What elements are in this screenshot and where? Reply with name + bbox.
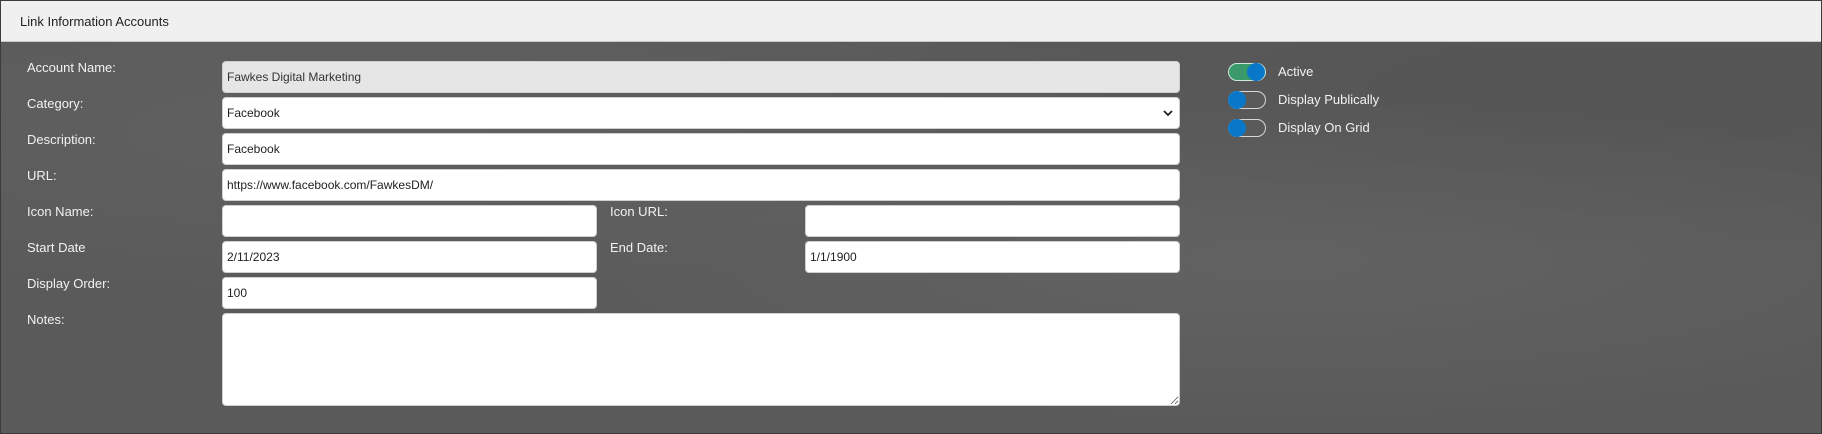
start-date-label: Start Date (27, 240, 86, 255)
toggle-knob (1228, 119, 1246, 137)
start-date-field[interactable] (222, 241, 597, 273)
end-date-field[interactable] (805, 241, 1180, 273)
category-selected-value: Facebook (227, 106, 280, 120)
panel-header: Link Information Accounts (1, 1, 1821, 42)
icon-url-label: Icon URL: (610, 204, 668, 219)
toggle-knob (1228, 91, 1246, 109)
panel-title: Link Information Accounts (20, 14, 169, 29)
description-field[interactable] (222, 133, 1180, 165)
account-name-label: Account Name: (27, 60, 116, 75)
notes-label: Notes: (27, 312, 65, 327)
toggle-knob (1247, 63, 1265, 81)
description-label: Description: (27, 132, 96, 147)
toggle-display-on-grid[interactable] (1228, 119, 1266, 137)
icon-name-field[interactable] (222, 205, 597, 237)
end-date-label: End Date: (610, 240, 668, 255)
toggle-display-on-grid-label: Display On Grid (1278, 120, 1370, 135)
toggle-display-publically[interactable] (1228, 91, 1266, 109)
category-select-wrapper: Facebook (222, 97, 1180, 129)
icon-name-label: Icon Name: (27, 204, 94, 219)
notes-textarea[interactable] (222, 313, 1180, 406)
url-field[interactable] (222, 169, 1180, 201)
display-order-label: Display Order: (27, 276, 111, 291)
account-name-field[interactable] (222, 61, 1180, 93)
display-order-field[interactable] (222, 277, 597, 309)
toggle-active-label: Active (1278, 64, 1314, 79)
toggle-active[interactable] (1228, 63, 1266, 81)
url-label: URL: (27, 168, 57, 183)
toggle-display-publically-label: Display Publically (1278, 92, 1380, 107)
link-information-panel: Link Information Accounts Account Name: … (0, 0, 1822, 434)
category-select[interactable]: Facebook (222, 97, 1180, 129)
icon-url-field[interactable] (805, 205, 1180, 237)
category-label: Category: (27, 96, 84, 111)
